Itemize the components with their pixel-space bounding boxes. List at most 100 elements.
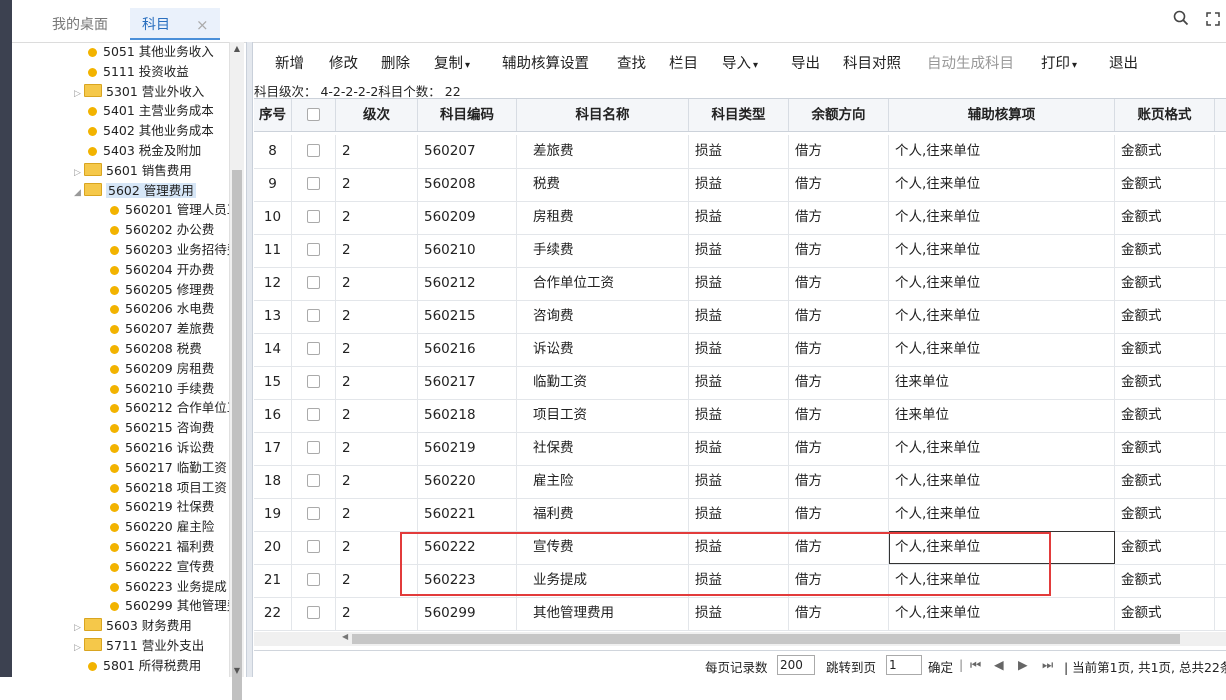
jump-page-input[interactable]: 1 (886, 655, 922, 675)
tree-folder[interactable]: ◢ 5602 管理费用 (74, 181, 196, 201)
row-checkbox[interactable] (292, 267, 336, 300)
column-header[interactable]: 级次 (336, 99, 418, 131)
row-checkbox[interactable] (292, 234, 336, 267)
tree-leaf[interactable]: 560222 宣传费 (110, 557, 214, 577)
tree-folder[interactable]: ▷ 5301 营业外收入 (74, 82, 204, 102)
table-row[interactable]: 18 2 560220 雇主险 损益 借方 个人,往来单位 金额式 (254, 465, 1226, 499)
per-page-input[interactable]: 200 (777, 655, 815, 675)
chevron-down-icon[interactable]: ◢ (74, 183, 84, 203)
tab-subjects[interactable]: 科目 × (130, 8, 220, 40)
tree-leaf[interactable]: 5401 主营业务成本 (88, 101, 214, 121)
tree-leaf[interactable]: 560206 水电费 (110, 299, 214, 319)
table-row[interactable]: 9 2 560208 税费 损益 借方 个人,往来单位 金额式 (254, 168, 1226, 202)
checkbox-icon[interactable] (307, 573, 320, 586)
select-all-checkbox[interactable] (292, 99, 336, 131)
table-row[interactable]: 16 2 560218 项目工资 损益 借方 往来单位 金额式 (254, 399, 1226, 433)
tree-leaf[interactable]: 560205 修理费 (110, 280, 214, 300)
tree-leaf[interactable]: 560204 开办费 (110, 260, 214, 280)
row-checkbox[interactable] (292, 300, 336, 333)
tree-leaf[interactable]: 560220 雇主险 (110, 517, 214, 537)
tab-my-desktop[interactable]: 我的桌面 (52, 8, 108, 40)
scroll-up-icon[interactable]: ▲ (230, 44, 244, 53)
checkbox-icon[interactable] (307, 606, 320, 619)
panel-splitter[interactable] (246, 42, 253, 677)
row-checkbox[interactable] (292, 168, 336, 201)
checkbox-icon[interactable] (307, 474, 320, 487)
tree-leaf[interactable]: 560223 业务提成 (110, 577, 227, 597)
tree-leaf[interactable]: 560209 房租费 (110, 359, 214, 379)
column-header[interactable]: 账页格式 (1115, 99, 1215, 131)
tree-leaf[interactable]: 560202 办公费 (110, 220, 214, 240)
toolbar-button[interactable]: 复制 ▾ (434, 52, 470, 73)
checkbox-icon[interactable] (307, 342, 320, 355)
column-header[interactable]: 序号 (254, 99, 292, 131)
column-header[interactable]: 科目编码 (418, 99, 517, 131)
row-checkbox[interactable] (292, 201, 336, 234)
toolbar-button[interactable]: 退出 (1109, 52, 1138, 73)
table-row[interactable]: 10 2 560209 房租费 损益 借方 个人,往来单位 金额式 (254, 201, 1226, 235)
checkbox-icon[interactable] (307, 144, 320, 157)
tree-folder[interactable]: ▷ 5603 财务费用 (74, 616, 192, 636)
tree-leaf[interactable]: 560208 税费 (110, 339, 202, 359)
tree-leaf[interactable]: 560207 差旅费 (110, 319, 214, 339)
checkbox-icon[interactable] (307, 177, 320, 190)
row-checkbox[interactable] (292, 366, 336, 399)
chevron-right-icon[interactable]: ▷ (74, 84, 84, 104)
confirm-button[interactable]: 确定 (928, 657, 953, 676)
row-checkbox[interactable] (292, 564, 336, 597)
tree-leaf[interactable]: 5403 税金及附加 (88, 141, 201, 161)
toolbar-button[interactable]: 删除 (381, 52, 410, 73)
tree-leaf[interactable]: 560210 手续费 (110, 379, 214, 399)
close-icon[interactable]: × (196, 8, 209, 42)
table-row[interactable]: 11 2 560210 手续费 损益 借方 个人,往来单位 金额式 (254, 234, 1226, 268)
row-checkbox[interactable] (292, 597, 336, 630)
checkbox-icon[interactable] (307, 375, 320, 388)
toolbar-button[interactable]: 打印 ▾ (1041, 52, 1077, 73)
tree-leaf[interactable]: 560203 业务招待费 (110, 240, 231, 260)
scroll-down-icon[interactable]: ▼ (230, 666, 244, 675)
tree-leaf[interactable]: 560299 其他管理费用 (110, 596, 231, 616)
tree-scroll-thumb[interactable] (232, 170, 242, 700)
tree-leaf[interactable]: 560212 合作单位工资 (110, 398, 231, 418)
table-row[interactable]: 19 2 560221 福利费 损益 借方 个人,往来单位 金额式 (254, 498, 1226, 532)
next-page-icon[interactable]: ▶ (1018, 657, 1028, 672)
tree-leaf[interactable]: 560217 临勤工资 (110, 458, 227, 478)
row-checkbox[interactable] (292, 399, 336, 432)
scroll-left-icon[interactable]: ◀ (342, 632, 348, 641)
table-row[interactable]: 12 2 560212 合作单位工资 损益 借方 个人,往来单位 金额式 (254, 267, 1226, 301)
grid-horizontal-scrollbar[interactable]: ◀ (254, 632, 1226, 646)
row-checkbox[interactable] (292, 531, 336, 564)
prev-page-icon[interactable]: ◀ (994, 657, 1004, 672)
toolbar-button[interactable]: 栏目 (669, 52, 698, 73)
tree-leaf[interactable]: 560215 咨询费 (110, 418, 214, 438)
tree-leaf[interactable]: 5111 投资收益 (88, 62, 189, 82)
table-row[interactable]: 8 2 560207 差旅费 损益 借方 个人,往来单位 金额式 (254, 135, 1226, 169)
checkbox-icon[interactable] (307, 408, 320, 421)
tree-leaf[interactable]: 5051 其他业务收入 (88, 42, 214, 62)
checkbox-icon[interactable] (307, 441, 320, 454)
toolbar-button[interactable]: 辅助核算设置 (502, 52, 589, 73)
row-checkbox[interactable] (292, 135, 336, 168)
tree-leaf[interactable]: 560218 项目工资 (110, 478, 227, 498)
grid-scroll-thumb[interactable] (352, 634, 1180, 644)
checkbox-icon[interactable] (307, 243, 320, 256)
tree-leaf[interactable]: 560219 社保费 (110, 497, 214, 517)
checkbox-icon[interactable] (307, 276, 320, 289)
row-checkbox[interactable] (292, 333, 336, 366)
toolbar-button[interactable]: 科目对照 (843, 52, 901, 73)
tree-leaf[interactable]: 5402 其他业务成本 (88, 121, 214, 141)
table-row[interactable]: 20 2 560222 宣传费 损益 借方 个人,往来单位 金额式 (254, 531, 1226, 565)
table-row[interactable]: 14 2 560216 诉讼费 损益 借方 个人,往来单位 金额式 (254, 333, 1226, 367)
chevron-right-icon[interactable]: ▷ (74, 638, 84, 658)
toolbar-button[interactable]: 查找 (617, 52, 646, 73)
checkbox-icon[interactable] (307, 210, 320, 223)
table-row[interactable]: 22 2 560299 其他管理费用 损益 借方 个人,往来单位 金额式 (254, 597, 1226, 631)
toolbar-button[interactable]: 新增 (275, 52, 304, 73)
toolbar-button[interactable]: 导入 ▾ (722, 52, 758, 73)
fullscreen-icon[interactable] (1202, 10, 1224, 32)
tree-folder[interactable]: ▷ 5711 营业外支出 (74, 636, 204, 656)
row-checkbox[interactable] (292, 432, 336, 465)
tree-scrollbar[interactable]: ▲ ▼ (229, 42, 244, 700)
table-row[interactable]: 17 2 560219 社保费 损益 借方 个人,往来单位 金额式 (254, 432, 1226, 466)
checkbox-icon[interactable] (307, 108, 320, 121)
